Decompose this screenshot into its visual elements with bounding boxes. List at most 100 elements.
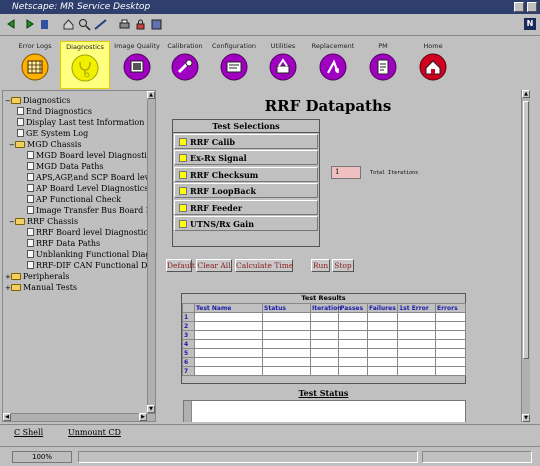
scroll-up-arrow-icon[interactable]: ▲: [522, 90, 530, 98]
column-header: 1st Error: [397, 303, 436, 313]
run-button[interactable]: Run: [311, 259, 330, 272]
scroll-left-arrow-icon[interactable]: ◀: [3, 413, 11, 421]
scroll-thumb[interactable]: [523, 101, 529, 359]
tree-item-ap-functional-check[interactable]: AP Functional Check: [27, 194, 121, 205]
tree-item-manual-tests[interactable]: + Manual Tests: [5, 282, 77, 293]
table-cell: [262, 321, 311, 331]
tree-item-label: MGD Board level Diagnostics: [36, 151, 156, 160]
nav-error-logs[interactable]: Error Logs: [10, 41, 60, 89]
scroll-right-arrow-icon[interactable]: ▶: [139, 413, 147, 421]
scroll-down-arrow-icon[interactable]: ▼: [522, 414, 530, 422]
nav-label: Image Quality: [114, 42, 160, 50]
clear-all-button[interactable]: Clear All: [196, 259, 232, 272]
status-scrollbar[interactable]: [184, 401, 192, 422]
test-selection-rrf-checksum[interactable]: RRF Checksum: [174, 167, 318, 182]
tree-item-display-last-test[interactable]: Display Last test Information: [17, 117, 144, 128]
stop-button[interactable]: Stop: [332, 259, 354, 272]
main-content-panel: RRF Datapaths Test Selections RRF Calib …: [158, 90, 530, 422]
table-cell: [310, 348, 339, 358]
tree-item-end-diagnostics[interactable]: End Diagnostics: [17, 106, 92, 117]
print-icon[interactable]: [118, 18, 131, 31]
guide-icon[interactable]: [94, 18, 107, 31]
c-shell-link[interactable]: C Shell: [14, 428, 43, 437]
tree-item-image-transfer-bus[interactable]: Image Transfer Bus Board Leve: [27, 205, 155, 216]
security-icon[interactable]: [134, 18, 147, 31]
tree-item-rrf-data-paths[interactable]: RRF Data Paths: [27, 238, 100, 249]
test-status-textarea[interactable]: [183, 400, 466, 422]
forward-icon[interactable]: [22, 18, 35, 31]
checkbox-icon[interactable]: [179, 187, 187, 195]
tree-item-diagnostics[interactable]: − Diagnostics: [5, 95, 70, 106]
document-icon: [27, 162, 34, 170]
test-selection-rrf-calib[interactable]: RRF Calib: [174, 134, 318, 149]
unmount-cd-link[interactable]: Unmount CD: [68, 428, 121, 437]
checkbox-icon[interactable]: [179, 220, 187, 228]
test-selection-utns-rx-gain[interactable]: UTNS/Rx Gain: [174, 216, 318, 231]
tree-item-label: Peripherals: [23, 272, 70, 281]
tree-item-rrf-dif-can[interactable]: RRF-DIF CAN Functional Dia: [27, 260, 155, 271]
scroll-down-arrow-icon[interactable]: ▼: [147, 405, 155, 413]
stop-icon[interactable]: [150, 18, 163, 31]
search-icon[interactable]: [78, 18, 91, 31]
tree-item-ge-system-log[interactable]: GE System Log: [17, 128, 88, 139]
document-icon: [27, 228, 34, 236]
tree-item-mgd-board-level[interactable]: MGD Board level Diagnostics: [27, 150, 155, 161]
total-iterations-input[interactable]: 1: [331, 166, 361, 179]
column-header: Iteration: [310, 303, 342, 313]
test-selection-rrf-feeder[interactable]: RRF Feeder: [174, 200, 318, 215]
tree-item-aps-agp-scp[interactable]: APS,AGP,and SCP Board level: [27, 172, 155, 183]
bottom-link-bar: C Shell Unmount CD: [0, 424, 540, 440]
calculate-time-button[interactable]: Calculate Time: [235, 259, 293, 272]
tree-item-unblanking[interactable]: Unblanking Functional Diagnos: [27, 249, 155, 260]
tree-item-label: RRF Chassis: [27, 217, 79, 226]
nav-pm[interactable]: PM: [358, 41, 408, 89]
home-nav-icon[interactable]: [62, 18, 75, 31]
column-header: Test Name: [194, 303, 263, 313]
tree-item-peripherals[interactable]: + Peripherals: [5, 271, 69, 282]
nav-replacement[interactable]: Replacement: [308, 41, 358, 89]
tree-horizontal-scrollbar[interactable]: ◀ ▶: [3, 413, 155, 421]
nav-home[interactable]: Home: [408, 41, 458, 89]
nav-configuration[interactable]: Configuration: [209, 41, 259, 89]
reload-icon[interactable]: [38, 18, 51, 31]
checkbox-icon[interactable]: [179, 171, 187, 179]
tree-item-rrf-chassis[interactable]: − RRF Chassis: [9, 216, 78, 227]
checkbox-icon[interactable]: [179, 138, 187, 146]
status-indicator-area: [422, 451, 532, 463]
nav-utilities[interactable]: Utilities: [258, 41, 308, 89]
tree-item-label: GE System Log: [26, 129, 89, 138]
test-selection-rrf-loopback[interactable]: RRF LoopBack: [174, 183, 318, 198]
tree-item-ap-board-level[interactable]: AP Board Level Diagnostics: [27, 183, 148, 194]
tree-item-mgd-chassis[interactable]: − MGD Chassis: [9, 139, 81, 150]
nav-calibration[interactable]: Calibration: [160, 41, 210, 89]
table-cell: [194, 348, 263, 358]
maximize-button[interactable]: [527, 2, 537, 12]
document-icon: [27, 195, 34, 203]
tree-item-rrf-board-level[interactable]: RRF Board level Diagnostics: [27, 227, 152, 238]
back-icon[interactable]: [6, 18, 19, 31]
table-cell: [397, 339, 436, 349]
column-header-blank: [182, 303, 195, 313]
pm-icon: [369, 53, 397, 81]
default-button[interactable]: Default: [166, 259, 195, 272]
tree-vertical-scrollbar[interactable]: ▲ ▼: [147, 91, 155, 421]
column-header: Failures: [367, 303, 398, 313]
nav-diagnostics[interactable]: Diagnostics: [60, 41, 110, 89]
progress-indicator: 100%: [12, 451, 72, 463]
table-cell: [367, 366, 398, 376]
minimize-button[interactable]: [514, 2, 524, 12]
tree-item-mgd-data-paths[interactable]: MGD Data Paths: [27, 161, 104, 172]
table-cell: [310, 366, 339, 376]
tree-item-label: MGD Data Paths: [36, 162, 104, 171]
checkbox-icon[interactable]: [179, 204, 187, 212]
scroll-up-arrow-icon[interactable]: ▲: [147, 91, 155, 99]
checkbox-icon[interactable]: [179, 154, 187, 162]
tree-item-label: AP Board Level Diagnostics: [36, 184, 149, 193]
nav-image-quality[interactable]: Image Quality: [112, 41, 162, 89]
row-number: 2: [182, 321, 195, 331]
table-row: 1: [182, 312, 466, 322]
main-vertical-scrollbar[interactable]: ▲ ▼: [521, 90, 530, 422]
test-selection-ex-rx-signal[interactable]: Ex-Rx Signal: [174, 150, 318, 165]
selection-label: RRF LoopBack: [190, 186, 257, 196]
table-row: 4: [182, 339, 466, 349]
